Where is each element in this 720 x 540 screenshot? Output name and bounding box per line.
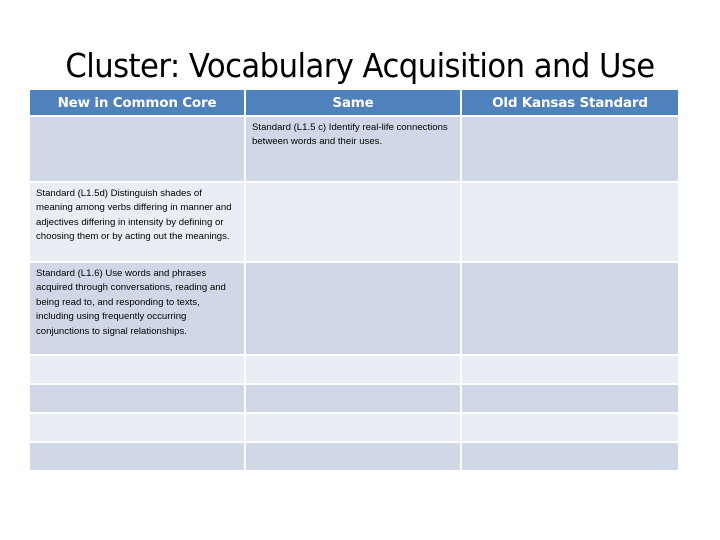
- table-cell: [246, 263, 462, 356]
- table-cell: Standard (L1.5d) Distinguish shades of m…: [30, 183, 246, 263]
- cell-text: [462, 385, 678, 389]
- cell-text: [30, 385, 244, 389]
- cell-text: [246, 385, 460, 389]
- table-cell: [246, 356, 462, 385]
- table-row: Standard (L1.5d) Distinguish shades of m…: [30, 183, 678, 263]
- cell-text: [462, 356, 678, 360]
- header-old-kansas-standard: Old Kansas Standard: [462, 90, 678, 117]
- cell-text: [462, 443, 678, 447]
- table-row: Standard (L1.6) Use words and phrases ac…: [30, 263, 678, 356]
- table-cell: [462, 356, 678, 385]
- cell-text: [30, 356, 244, 360]
- cell-text: [30, 414, 244, 418]
- table-cell: [462, 183, 678, 263]
- cell-text: [30, 443, 244, 447]
- cell-text: [246, 414, 460, 418]
- table-cell: [30, 414, 246, 443]
- table-cell: [462, 117, 678, 183]
- cell-text: Standard (L1.5 c) Identify real-life con…: [252, 122, 448, 148]
- table-cell: Standard (L1.6) Use words and phrases ac…: [30, 263, 246, 356]
- table-cell: [462, 385, 678, 414]
- table-cell: [246, 443, 462, 472]
- table-header-row: New in Common Core Same Old Kansas Stand…: [30, 90, 678, 117]
- header-new-in-common-core: New in Common Core: [30, 90, 246, 117]
- table-cell: Standard (L1.5 c) Identify real-life con…: [246, 117, 462, 183]
- table-cell: [30, 385, 246, 414]
- cell-text: [462, 263, 678, 267]
- standards-table: New in Common Core Same Old Kansas Stand…: [30, 90, 678, 472]
- table-cell: [30, 117, 246, 183]
- header-same: Same: [246, 90, 462, 117]
- table-row: [30, 443, 678, 472]
- table-cell: [462, 263, 678, 356]
- table-cell: [462, 414, 678, 443]
- table-row: Standard (L1.5 c) Identify real-life con…: [30, 117, 678, 183]
- table-cell: [30, 356, 246, 385]
- table-cell: [462, 443, 678, 472]
- cell-text: Standard (L1.6) Use words and phrases ac…: [36, 268, 226, 337]
- table-cell: [246, 414, 462, 443]
- cell-text: [246, 263, 460, 267]
- table-row: [30, 356, 678, 385]
- table-cell: [246, 385, 462, 414]
- cell-text: [246, 183, 460, 187]
- cell-text: [462, 117, 678, 121]
- cell-text: Standard (L1.5d) Distinguish shades of m…: [36, 188, 232, 243]
- table-row: [30, 385, 678, 414]
- table-cell: [30, 443, 246, 472]
- cell-text: [246, 356, 460, 360]
- slide-title: Cluster: Vocabulary Acquisition and Use: [65, 46, 655, 85]
- cell-text: [30, 117, 244, 121]
- cell-text: [462, 414, 678, 418]
- table-row: [30, 414, 678, 443]
- cell-text: [462, 183, 678, 187]
- cell-text: [246, 443, 460, 447]
- table-cell: [246, 183, 462, 263]
